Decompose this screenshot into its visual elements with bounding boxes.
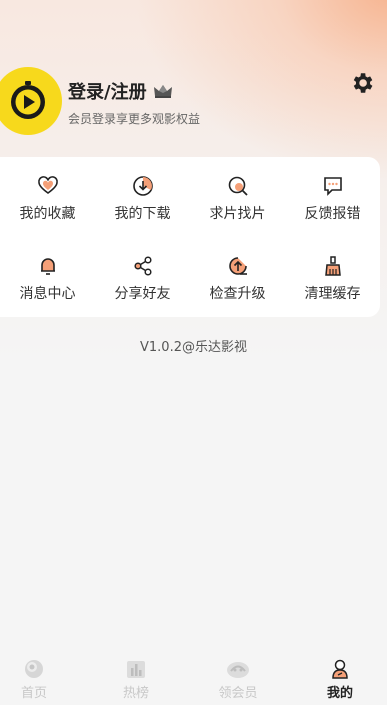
- feedback-icon: [323, 177, 342, 196]
- tab-home[interactable]: 首页: [0, 648, 82, 705]
- download-icon: [132, 176, 153, 196]
- home-icon: [25, 660, 43, 678]
- login-subtitle: 会员登录享更多观影权益: [68, 112, 201, 126]
- grid-item-label: 检查升级: [209, 286, 266, 302]
- grid-item-favorites[interactable]: 我的收藏: [0, 157, 95, 227]
- tab-label: 热榜: [122, 686, 149, 701]
- profile-header: 登录/注册 会员登录享更多观影权益: [0, 62, 387, 142]
- upgrade-icon: [228, 257, 247, 275]
- grid-item-upgrade[interactable]: 检查升级: [190, 237, 285, 307]
- crown-icon: [153, 85, 172, 98]
- tab-label: 我的: [326, 686, 353, 701]
- grid-item-label: 求片找片: [209, 206, 266, 222]
- grid-item-label: 反馈报错: [304, 206, 361, 222]
- login-title-text: 登录/注册: [68, 82, 147, 103]
- grid-item-label: 分享好友: [114, 286, 171, 302]
- bell-icon: [40, 258, 55, 275]
- grid-item-downloads[interactable]: 我的下载: [95, 157, 190, 227]
- tab-label: 首页: [20, 686, 47, 701]
- tab-get-vip[interactable]: 领会员: [190, 648, 286, 705]
- play-logo-icon: [11, 81, 45, 119]
- grid-item-label: 我的收藏: [19, 206, 76, 222]
- profile-icon: [332, 659, 348, 679]
- grid-item-share[interactable]: 分享好友: [95, 237, 190, 307]
- grid-item-request[interactable]: 求片找片: [190, 157, 285, 227]
- tab-mine[interactable]: 我的: [292, 648, 387, 705]
- tab-label: 领会员: [218, 686, 258, 701]
- share-icon: [133, 256, 152, 276]
- avatar[interactable]: [0, 67, 62, 135]
- gear-icon[interactable]: [349, 70, 375, 96]
- heart-icon: [37, 176, 58, 194]
- grid-item-feedback[interactable]: 反馈报错: [285, 157, 380, 227]
- grid-item-label: 消息中心: [19, 286, 76, 302]
- login-register-link[interactable]: 登录/注册: [68, 78, 173, 104]
- feature-grid: 我的收藏 我的下载 求片找片 反馈报错 消息中心 分享好友 检查升级 清理缓存: [0, 157, 380, 317]
- search-film-icon: [228, 176, 248, 196]
- bottom-tab-bar: 首页 热榜 领会员 我的: [0, 648, 387, 705]
- grid-item-label: 清理缓存: [304, 286, 361, 302]
- chart-icon: [127, 661, 145, 678]
- grid-item-messages[interactable]: 消息中心: [0, 237, 95, 307]
- grid-item-clear-cache[interactable]: 清理缓存: [285, 237, 380, 307]
- clean-cache-icon: [324, 256, 341, 276]
- tab-hot-list[interactable]: 热榜: [88, 648, 184, 705]
- vip-icon: [227, 662, 249, 678]
- grid-item-label: 我的下载: [114, 206, 171, 222]
- version-text: V1.0.2@乐达影视: [140, 340, 247, 355]
